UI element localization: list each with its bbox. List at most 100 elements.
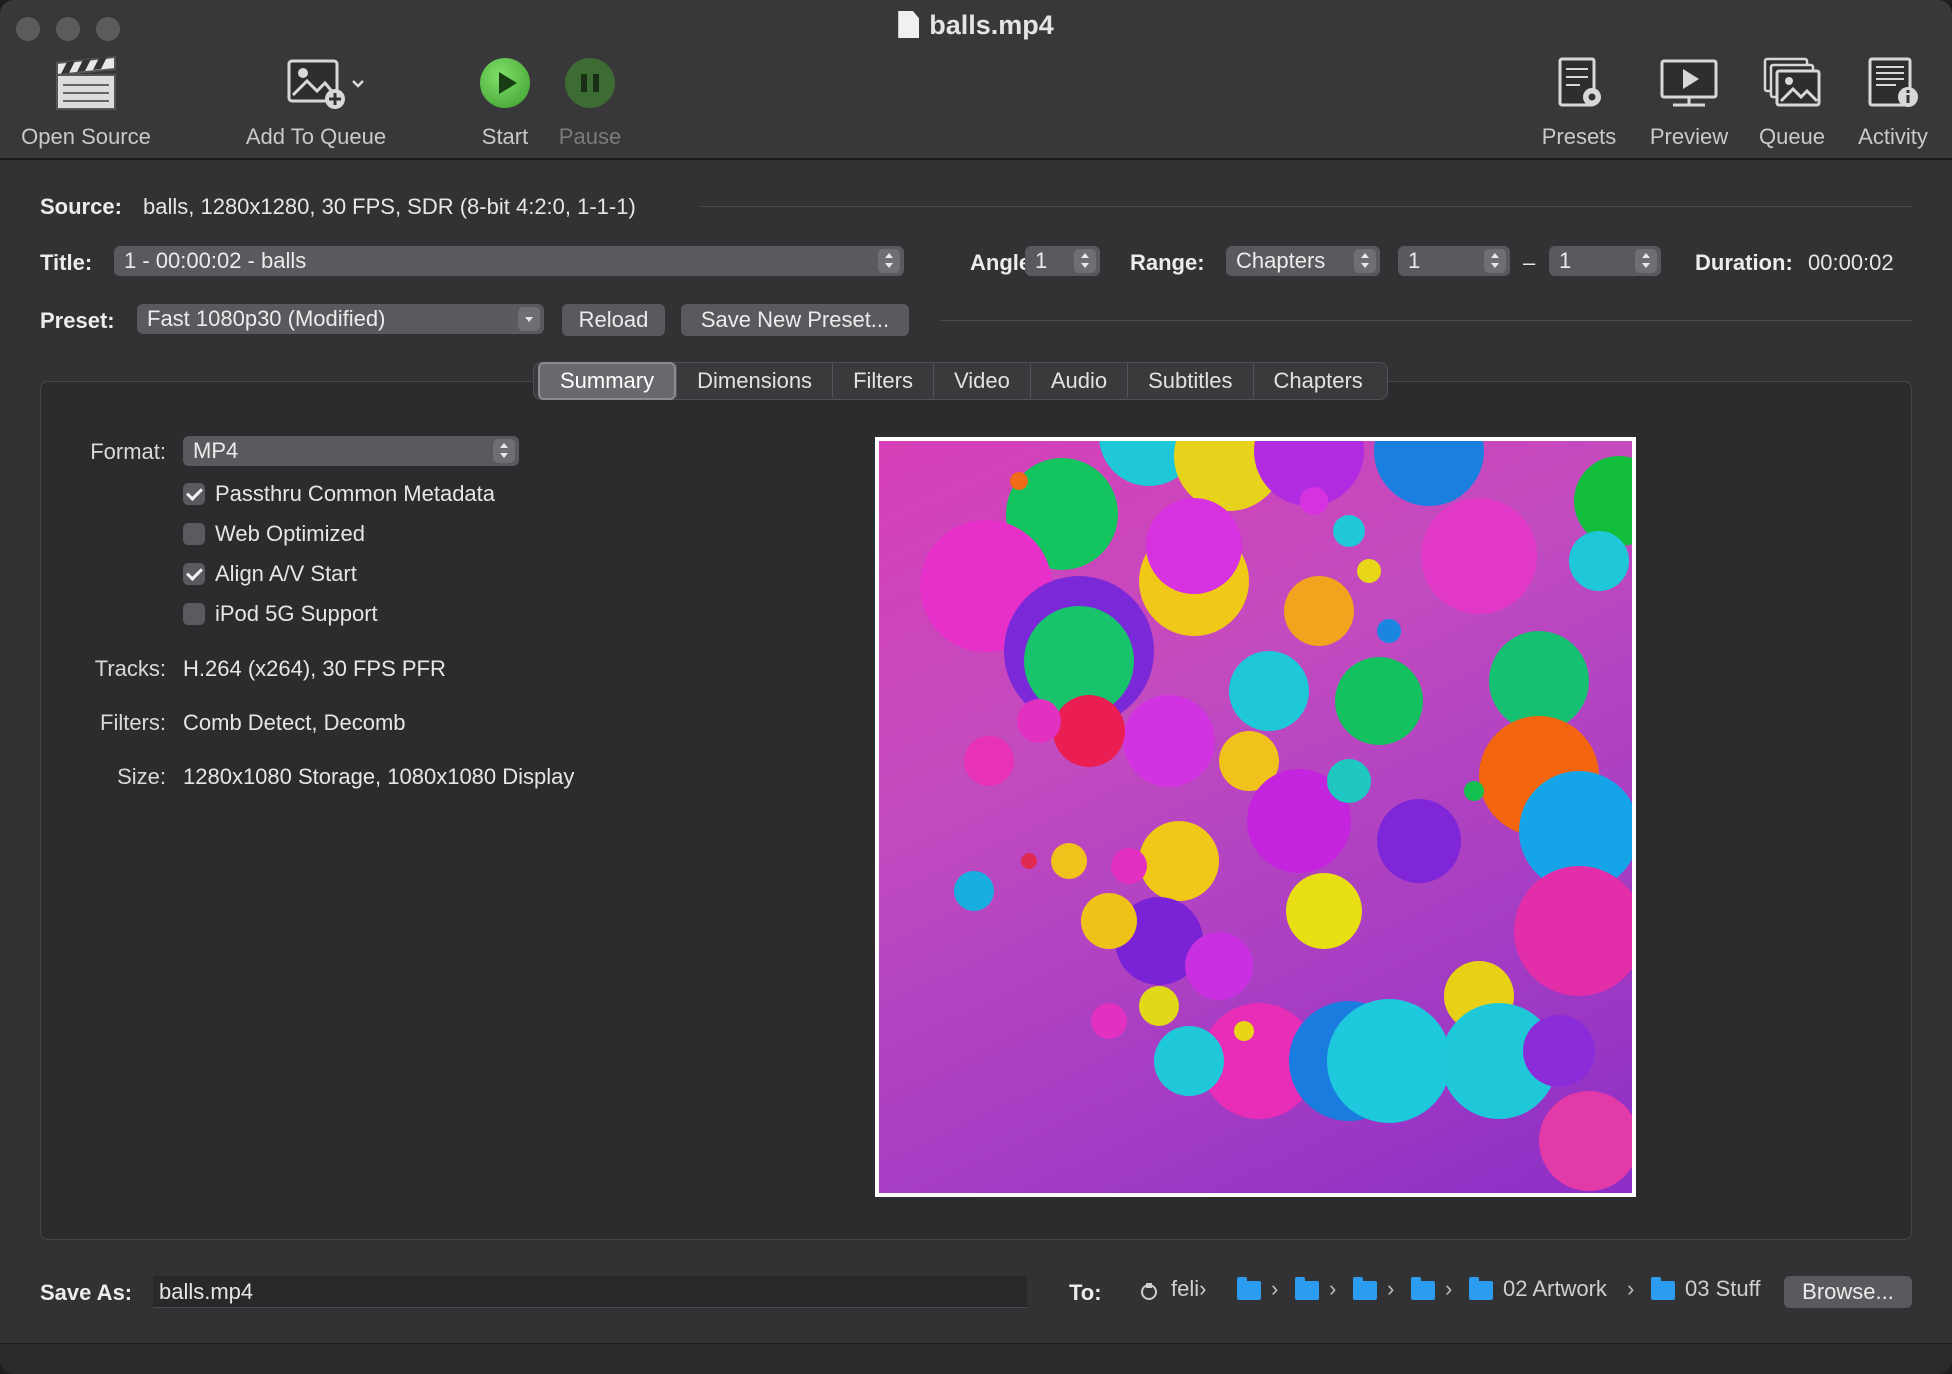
open-source-button[interactable]: Open Source: [14, 52, 158, 150]
tab-chapters[interactable]: Chapters: [1253, 364, 1383, 398]
up-down-arrows-icon: [1074, 249, 1096, 273]
format-popup[interactable]: MP4: [183, 436, 519, 466]
pause-button[interactable]: Pause: [555, 52, 625, 150]
preview-image: [875, 437, 1636, 1197]
tracks-value: H.264 (x264), 30 FPS PFR: [183, 656, 446, 682]
folder-icon[interactable]: [1469, 1281, 1493, 1300]
path-separator: ›: [1329, 1276, 1336, 1302]
passthru-metadata-label: Passthru Common Metadata: [215, 481, 495, 507]
duration-value: 00:00:02: [1808, 250, 1894, 276]
toolbar: balls.mp4 Open Source Add To Queue Start…: [0, 0, 1952, 160]
path-user[interactable]: feli›: [1171, 1276, 1206, 1302]
save-new-preset-button[interactable]: Save New Preset...: [681, 304, 909, 336]
format-value: MP4: [193, 438, 238, 463]
source-label: Source:: [40, 194, 122, 220]
presets-button[interactable]: Presets: [1536, 52, 1622, 150]
title-popup[interactable]: 1 - 00:00:02 - balls: [114, 246, 904, 276]
window-title: balls.mp4: [0, 10, 1952, 41]
play-icon: [480, 58, 530, 108]
ipod-5g-checkbox[interactable]: [183, 603, 205, 625]
ipod-5g-label: iPod 5G Support: [215, 601, 378, 627]
range-start-value: 1: [1408, 248, 1420, 273]
up-down-arrows-icon: [1484, 249, 1506, 273]
title-value: 1 - 00:00:02 - balls: [124, 248, 306, 273]
pause-icon: [565, 58, 615, 108]
pause-label: Pause: [555, 124, 625, 150]
up-down-arrows-icon: [493, 439, 515, 463]
filters-label: Filters:: [16, 710, 166, 736]
preview-button[interactable]: Preview: [1644, 52, 1734, 150]
tab-dimensions[interactable]: Dimensions: [676, 364, 832, 398]
preset-label: Preset:: [40, 308, 115, 334]
divider: [940, 320, 1912, 321]
add-to-queue-icon: [236, 52, 396, 114]
range-start-popup[interactable]: 1: [1398, 246, 1510, 276]
queue-icon: [1752, 52, 1832, 114]
presets-label: Presets: [1536, 124, 1622, 150]
start-label: Start: [470, 124, 540, 150]
up-down-arrows-icon: [1635, 249, 1657, 273]
web-optimized-label: Web Optimized: [215, 521, 365, 547]
tab-video[interactable]: Video: [933, 364, 1030, 398]
range-type-popup[interactable]: Chapters: [1226, 246, 1380, 276]
queue-label: Queue: [1752, 124, 1832, 150]
presets-icon: [1536, 52, 1622, 114]
preset-value: Fast 1080p30 (Modified): [147, 306, 385, 331]
tab-summary[interactable]: Summary: [538, 362, 676, 400]
tab-filters[interactable]: Filters: [832, 364, 933, 398]
user-home-icon: [1138, 1280, 1160, 1302]
range-end-popup[interactable]: 1: [1549, 246, 1661, 276]
range-type-value: Chapters: [1236, 248, 1325, 273]
tab-bar: Summary Dimensions Filters Video Audio S…: [533, 362, 1388, 400]
folder-icon[interactable]: [1353, 1281, 1377, 1300]
clapperboard-icon: [14, 52, 158, 114]
preview-icon: [1644, 52, 1734, 114]
size-value: 1280x1080 Storage, 1080x1080 Display: [183, 764, 574, 790]
range-dash: –: [1523, 250, 1535, 276]
activity-label: Activity: [1850, 124, 1936, 150]
start-button[interactable]: Start: [470, 52, 540, 150]
align-av-start-checkbox[interactable]: [183, 563, 205, 585]
document-icon: [898, 11, 919, 38]
web-optimized-checkbox[interactable]: [183, 523, 205, 545]
folder-icon[interactable]: [1411, 1281, 1435, 1300]
range-end-value: 1: [1559, 248, 1571, 273]
folder-icon[interactable]: [1295, 1281, 1319, 1300]
save-as-label: Save As:: [40, 1280, 132, 1306]
preview-label: Preview: [1644, 124, 1734, 150]
browse-button[interactable]: Browse...: [1784, 1276, 1912, 1308]
queue-button[interactable]: Queue: [1752, 52, 1832, 150]
preset-popup[interactable]: Fast 1080p30 (Modified): [137, 304, 544, 334]
duration-label: Duration:: [1695, 250, 1793, 276]
path-separator: ›: [1271, 1276, 1278, 1302]
filters-value: Comb Detect, Decomb: [183, 710, 406, 736]
activity-button[interactable]: Activity: [1850, 52, 1936, 150]
path-separator: ›: [1627, 1276, 1634, 1302]
chevron-down-icon[interactable]: [350, 76, 366, 92]
range-label: Range:: [1130, 250, 1205, 276]
passthru-metadata-checkbox[interactable]: [183, 483, 205, 505]
path-02-artwork[interactable]: 02 Artwork: [1503, 1276, 1607, 1302]
folder-icon[interactable]: [1651, 1281, 1675, 1300]
tracks-label: Tracks:: [16, 656, 166, 682]
path-03-stuff[interactable]: 03 Stuff: [1685, 1276, 1760, 1302]
handbrake-window: balls.mp4 Open Source Add To Queue Start…: [0, 0, 1952, 1374]
tab-audio[interactable]: Audio: [1030, 364, 1127, 398]
angle-popup[interactable]: 1: [1025, 246, 1100, 276]
save-as-field[interactable]: balls.mp4: [153, 1276, 1027, 1308]
folder-icon[interactable]: [1237, 1281, 1261, 1300]
up-down-arrows-icon: [878, 249, 900, 273]
to-label: To:: [1069, 1280, 1102, 1306]
tab-subtitles[interactable]: Subtitles: [1127, 364, 1252, 398]
add-to-queue-label: Add To Queue: [236, 124, 396, 150]
title-label: Title:: [40, 250, 92, 276]
align-av-start-label: Align A/V Start: [215, 561, 357, 587]
reload-button[interactable]: Reload: [562, 304, 665, 336]
colorful-balls-image: [879, 441, 1632, 1193]
add-to-queue-button[interactable]: Add To Queue: [236, 52, 396, 150]
open-source-label: Open Source: [14, 124, 158, 150]
source-value: balls, 1280x1280, 30 FPS, SDR (8-bit 4:2…: [143, 194, 636, 220]
path-separator: ›: [1387, 1276, 1394, 1302]
divider: [700, 206, 1912, 207]
chevron-down-icon: [518, 307, 540, 331]
